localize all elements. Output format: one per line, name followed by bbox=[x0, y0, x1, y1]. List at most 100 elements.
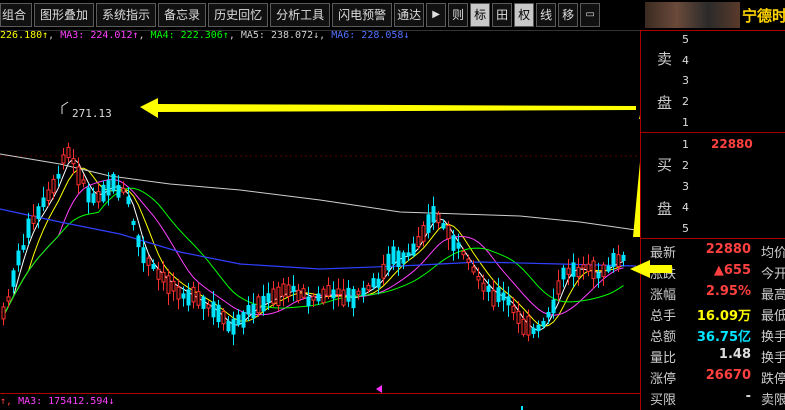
quan-button[interactable]: 权 bbox=[514, 3, 535, 27]
volume-ma3: MA3: 175412.594↓ bbox=[18, 396, 115, 407]
ma-legend: 226.180↑, MA3: 224.012↑, MA4: 222.306↑, … bbox=[0, 30, 410, 41]
candle-body bbox=[66, 146, 71, 159]
candle-body bbox=[171, 280, 176, 292]
candle-body bbox=[301, 288, 306, 298]
candle-body bbox=[431, 206, 436, 223]
flash-alert-button[interactable]: 闪电预警 bbox=[332, 3, 393, 27]
candle-body bbox=[201, 296, 206, 309]
window-icon[interactable]: ▭ bbox=[580, 3, 601, 27]
candle-body bbox=[316, 293, 321, 302]
high-label: 271.13 bbox=[72, 107, 112, 120]
candle-body bbox=[16, 250, 21, 266]
candle-body bbox=[276, 286, 281, 307]
scroll-marker-icon[interactable] bbox=[376, 385, 382, 393]
biao-button[interactable]: 标 bbox=[470, 3, 491, 27]
candle-body bbox=[176, 286, 181, 300]
candle-body bbox=[296, 289, 301, 302]
candle-body bbox=[611, 252, 616, 267]
volume-bar bbox=[521, 406, 523, 410]
candle-body bbox=[326, 285, 331, 297]
annotation-arrow-panel bbox=[630, 260, 672, 278]
candle-body bbox=[186, 289, 191, 306]
candle-body bbox=[481, 282, 486, 292]
candle-body bbox=[356, 290, 361, 295]
tongda-button[interactable]: 通达 bbox=[394, 3, 425, 27]
candle-body bbox=[241, 311, 246, 328]
candle-body bbox=[286, 284, 291, 297]
overlay-button[interactable]: 图形叠加 bbox=[34, 3, 95, 27]
candle-body bbox=[566, 267, 571, 275]
memo-button[interactable]: 备忘录 bbox=[158, 3, 207, 27]
yi-button[interactable]: 移 bbox=[558, 3, 579, 27]
candle-body bbox=[561, 267, 566, 280]
candle-body bbox=[456, 242, 461, 249]
candle-body bbox=[501, 292, 506, 301]
candle-body bbox=[476, 276, 481, 281]
buy1-price: 22880 bbox=[711, 137, 753, 151]
candle-body bbox=[376, 278, 381, 288]
grid-icon[interactable]: 田 bbox=[492, 3, 513, 27]
quote-amount: 总额 36.75亿 换手 bbox=[650, 326, 785, 346]
candle-body bbox=[616, 254, 621, 268]
candle-body bbox=[341, 289, 346, 306]
candle-body bbox=[151, 263, 156, 270]
candle-body bbox=[161, 271, 166, 283]
kline-chart[interactable]: 271.13 bbox=[0, 44, 640, 384]
combo-button[interactable]: 组合 bbox=[0, 3, 33, 27]
stock-name: 宁德时 bbox=[742, 7, 785, 25]
candle-body bbox=[531, 327, 536, 335]
candle-body bbox=[81, 179, 86, 184]
pct-value: 2.95% bbox=[705, 284, 751, 299]
play-icon[interactable]: ▶ bbox=[426, 3, 447, 27]
candle-body bbox=[71, 158, 76, 165]
candle-body bbox=[291, 285, 296, 293]
candle-body bbox=[446, 225, 451, 239]
candle-body bbox=[521, 318, 526, 335]
candle-body bbox=[386, 253, 391, 271]
history-button[interactable]: 历史回忆 bbox=[208, 3, 269, 27]
xian-button[interactable]: 线 bbox=[536, 3, 557, 27]
quote-limit: 买限 - 卖限 bbox=[650, 389, 785, 408]
candle-body bbox=[496, 287, 501, 303]
latest-price: 22880 bbox=[705, 242, 751, 257]
indicator-button[interactable]: 系统指示 bbox=[96, 3, 157, 27]
sell-label-1: 卖 bbox=[657, 50, 673, 68]
analysis-tools-button[interactable]: 分析工具 bbox=[270, 3, 331, 27]
quote-volume: 总手 16.09万 最低 bbox=[650, 305, 785, 325]
candle-body bbox=[621, 254, 626, 261]
candle-body bbox=[581, 264, 586, 269]
candle-body bbox=[546, 311, 551, 318]
buy-level-3: 3 bbox=[682, 180, 689, 193]
volume-value: 16.09万 bbox=[696, 309, 751, 324]
candle-body bbox=[211, 301, 216, 318]
candle-body bbox=[26, 218, 31, 238]
candle-body bbox=[131, 220, 136, 225]
amount-value: 36.75亿 bbox=[696, 330, 751, 345]
candle-body bbox=[181, 293, 186, 299]
candle-body bbox=[526, 315, 531, 336]
candle-body bbox=[281, 283, 286, 297]
quote-limit-up: 涨停 26670 跌停 bbox=[650, 368, 785, 387]
candle-body bbox=[271, 288, 276, 304]
candle-body bbox=[541, 320, 546, 327]
candle-body bbox=[576, 266, 581, 278]
candle-body bbox=[76, 166, 81, 186]
candle-body bbox=[206, 304, 211, 309]
candle-body bbox=[346, 287, 351, 302]
sell-level-2: 2 bbox=[682, 95, 689, 108]
annotation-arrow-vertical bbox=[633, 115, 640, 237]
candle-body bbox=[61, 154, 66, 164]
quote-panel: 卖 盘 5 4 3 2 1 买 盘 1 22880 2 3 4 5 最新 228… bbox=[641, 30, 785, 410]
sell-label-2: 盘 bbox=[657, 94, 673, 112]
limit-value: - bbox=[745, 389, 751, 404]
candle-body bbox=[321, 288, 326, 304]
candle-body bbox=[221, 311, 226, 325]
candle-body bbox=[471, 266, 476, 273]
candle-body bbox=[121, 187, 126, 193]
candle-body bbox=[351, 288, 356, 309]
ze-button[interactable]: 则 bbox=[448, 3, 469, 27]
sell-level-4: 4 bbox=[682, 54, 689, 67]
candle-body bbox=[191, 286, 196, 303]
candle-body bbox=[31, 215, 36, 224]
candle-body bbox=[491, 290, 496, 307]
